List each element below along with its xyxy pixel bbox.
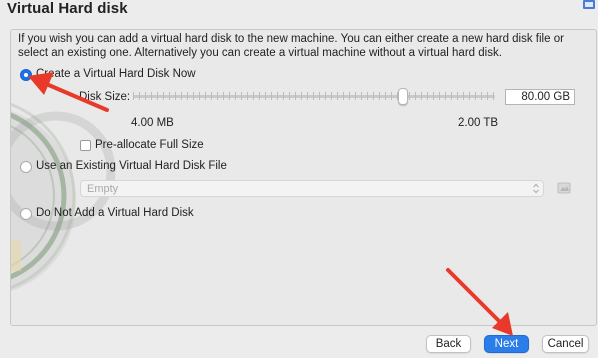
preallocate-checkbox[interactable]	[80, 140, 91, 151]
do-not-add-radio[interactable]	[20, 208, 32, 220]
disk-size-max-label: 2.00 TB	[458, 117, 499, 129]
chevron-updown-icon	[533, 183, 539, 194]
disk-size-slider-thumb[interactable]	[398, 88, 408, 105]
help-icon[interactable]	[582, 0, 596, 10]
back-button[interactable]: Back	[426, 335, 471, 353]
disk-size-label: Disk Size:	[79, 91, 131, 103]
create-now-label[interactable]: Create a Virtual Hard Disk Now	[36, 68, 196, 80]
cancel-button[interactable]: Cancel	[542, 335, 589, 353]
disk-size-input[interactable]: 80.00 GB	[505, 89, 575, 105]
existing-file-select-value: Empty	[87, 183, 119, 195]
next-button[interactable]: Next	[484, 335, 529, 353]
use-existing-radio[interactable]	[20, 161, 32, 173]
title-bar: Virtual Hard disk	[0, 0, 598, 22]
disk-size-slider-ticks	[133, 92, 494, 100]
use-existing-label[interactable]: Use an Existing Virtual Hard Disk File	[36, 160, 227, 172]
preallocate-label[interactable]: Pre-allocate Full Size	[95, 139, 204, 151]
page-title: Virtual Hard disk	[7, 0, 128, 17]
description-text: If you wish you can add a virtual hard d…	[18, 33, 564, 59]
folder-icon[interactable]	[557, 181, 571, 195]
do-not-add-label[interactable]: Do Not Add a Virtual Hard Disk	[36, 207, 194, 219]
create-now-radio[interactable]	[20, 69, 32, 81]
existing-file-select[interactable]: Empty	[80, 180, 544, 197]
disk-size-min-label: 4.00 MB	[131, 117, 174, 129]
